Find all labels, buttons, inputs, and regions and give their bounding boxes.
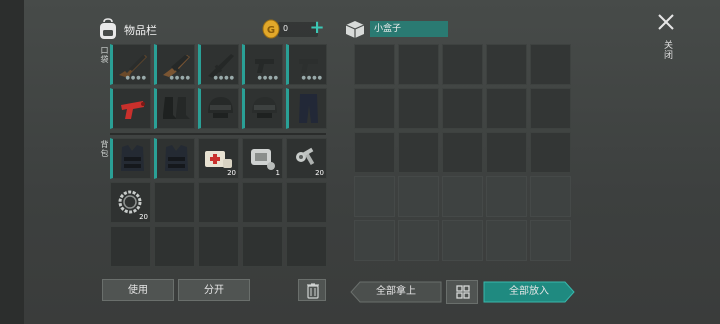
trash-icon <box>307 283 319 299</box>
item-quantity: 20 <box>315 169 324 177</box>
inventory-slot[interactable] <box>110 88 151 129</box>
container-slot[interactable] <box>530 88 571 129</box>
container-slot[interactable] <box>442 88 483 129</box>
pants-icon <box>299 94 318 123</box>
inventory-slot[interactable] <box>154 138 195 179</box>
use-button[interactable]: 使用 <box>102 279 174 301</box>
item-quantity: 1 <box>275 169 280 177</box>
inventory-slot[interactable] <box>242 226 283 267</box>
inventory-slot[interactable] <box>198 226 239 267</box>
inventory-slot[interactable] <box>286 182 327 223</box>
svg-text:G: G <box>267 25 275 36</box>
inventory-slot[interactable] <box>242 88 283 129</box>
container-slot[interactable] <box>530 220 571 261</box>
pockets-label: 口袋 <box>100 46 109 64</box>
container-slot[interactable] <box>398 88 439 129</box>
vest-icon <box>165 145 188 171</box>
grid-sort-icon <box>456 285 470 299</box>
discard-button[interactable] <box>298 279 326 301</box>
container-slot[interactable] <box>354 220 395 261</box>
close-label[interactable]: 关闭 <box>661 40 674 60</box>
inventory-title: 物品栏 <box>124 24 157 37</box>
durability-dots: ●●●● <box>301 75 323 81</box>
helmet-icon <box>208 97 233 118</box>
inventory-slot[interactable]: 20 <box>198 138 239 179</box>
inventory-slot[interactable]: ●●●● <box>242 44 283 85</box>
take-all-label: 全部拿上 <box>376 286 416 297</box>
coin-count: 0 <box>283 24 289 33</box>
container-slot[interactable] <box>442 44 483 85</box>
container-slot[interactable] <box>398 176 439 217</box>
inventory-slot[interactable] <box>286 88 327 129</box>
backpack-label: 背包 <box>100 140 109 158</box>
left-edge <box>0 0 24 324</box>
container-slot[interactable] <box>486 132 527 173</box>
item-quantity: 20 <box>227 169 236 177</box>
inventory-slot[interactable]: ●●●● <box>286 44 327 85</box>
helmet-icon <box>252 97 277 118</box>
inventory-slot[interactable]: 20 <box>286 138 327 179</box>
container-slot[interactable] <box>398 132 439 173</box>
add-coins-button[interactable]: + <box>308 19 326 37</box>
container-slot[interactable] <box>354 176 395 217</box>
flare-gun-icon <box>121 101 145 119</box>
container-slot[interactable] <box>486 176 527 217</box>
inventory-slot[interactable] <box>154 182 195 223</box>
container-slot[interactable] <box>486 88 527 129</box>
put-all-button[interactable]: 全部放入 <box>483 281 575 303</box>
container-header: 小盒子 <box>344 18 454 40</box>
split-button[interactable]: 分开 <box>178 279 250 301</box>
backpack-icon <box>100 18 116 39</box>
vest-icon <box>121 145 144 171</box>
container-slot[interactable] <box>398 44 439 85</box>
container-slot[interactable] <box>398 220 439 261</box>
container-slot[interactable] <box>442 220 483 261</box>
boots-icon <box>163 97 190 119</box>
inventory-slot[interactable]: 1 <box>242 138 283 179</box>
inventory-slot[interactable]: ●●●● <box>198 44 239 85</box>
backpack-grid: 20 1 20 20 <box>110 138 327 267</box>
inventory-slot[interactable] <box>198 182 239 223</box>
durability-dots: ●●●● <box>169 75 191 81</box>
container-slot[interactable] <box>354 44 395 85</box>
container-grid <box>354 44 571 261</box>
container-slot[interactable] <box>442 132 483 173</box>
container-slot[interactable] <box>530 132 571 173</box>
container-slot[interactable] <box>530 44 571 85</box>
take-all-button[interactable]: 全部拿上 <box>350 281 442 303</box>
container-slot[interactable] <box>530 176 571 217</box>
container-title: 小盒子 <box>370 21 448 37</box>
inventory-slot[interactable] <box>198 88 239 129</box>
inventory-header: 物品栏 G 0 + <box>98 18 328 40</box>
inventory-slot[interactable] <box>154 88 195 129</box>
durability-dots: ●●●● <box>257 75 279 81</box>
close-icon[interactable] <box>656 12 676 32</box>
container-slot[interactable] <box>354 88 395 129</box>
inventory-slot[interactable] <box>286 226 327 267</box>
inventory-slot[interactable]: 20 <box>110 182 151 223</box>
inventory-slot[interactable] <box>154 226 195 267</box>
container-slot[interactable] <box>442 176 483 217</box>
pockets-grid: ●●●● ●●●● ●●●● ●●●● ●●●● <box>110 44 327 129</box>
inventory-slot[interactable] <box>110 226 151 267</box>
durability-dots: ●●●● <box>125 75 147 81</box>
container-slot[interactable] <box>486 44 527 85</box>
durability-dots: ●●●● <box>213 75 235 81</box>
inventory-slot[interactable]: ●●●● <box>154 44 195 85</box>
box-icon <box>345 21 365 38</box>
section-divider <box>110 133 326 135</box>
sort-button[interactable] <box>446 280 478 304</box>
container-slot[interactable] <box>486 220 527 261</box>
inventory-slot[interactable]: ●●●● <box>110 44 151 85</box>
item-quantity: 20 <box>139 213 148 221</box>
coin-icon: G <box>262 19 280 39</box>
inventory-slot[interactable] <box>110 138 151 179</box>
inventory-slot[interactable] <box>242 182 283 223</box>
put-all-label: 全部放入 <box>509 286 549 297</box>
container-slot[interactable] <box>354 132 395 173</box>
